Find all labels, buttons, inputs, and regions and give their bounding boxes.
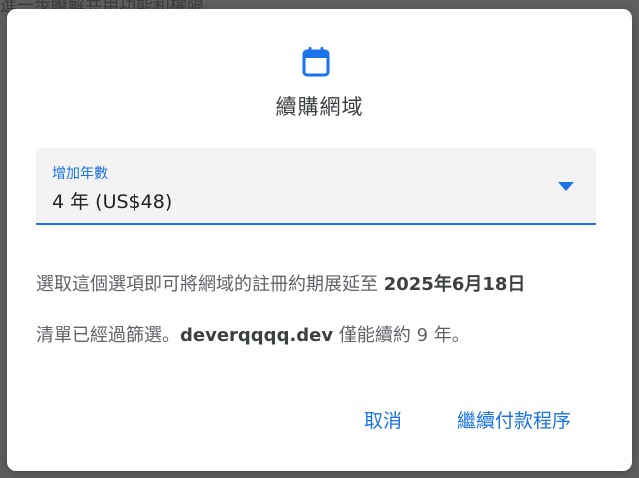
dropdown-arrow-icon[interactable] [558,182,574,191]
renewal-expiry-date: 2025年6月18日 [383,274,526,295]
years-select-label: 增加年數 [52,166,108,182]
filter-notice-prefix: 清單已經過篩選。 [36,325,180,346]
filter-notice-suffix: 僅能續約 9 年。 [333,325,470,346]
calendar-icon [302,47,330,77]
renewal-expiry-prefix: 選取這個選項即可將網域的註冊約期展延至 [36,274,384,295]
cancel-button[interactable]: 取消 [364,406,402,433]
years-select-value: 4 年 (US$48) [52,191,173,213]
dialog-title: 續購網域 [275,95,364,119]
years-select[interactable]: 增加年數 4 年 (US$48) [36,148,596,225]
domain-name: deverqqqq.dev [180,325,334,346]
renewal-expiry-text: 選取這個選項即可將網域的註冊約期展延至 2025年6月18日 [36,270,525,296]
continue-to-payment-button[interactable]: 繼續付款程序 [457,406,571,433]
filter-notice-text: 清單已經過篩選。deverqqqq.dev 僅能續約 9 年。 [36,321,470,347]
renew-domain-dialog: 續購網域 增加年數 4 年 (US$48) 選取這個選項即可將網域的註冊約期展延… [7,9,632,471]
